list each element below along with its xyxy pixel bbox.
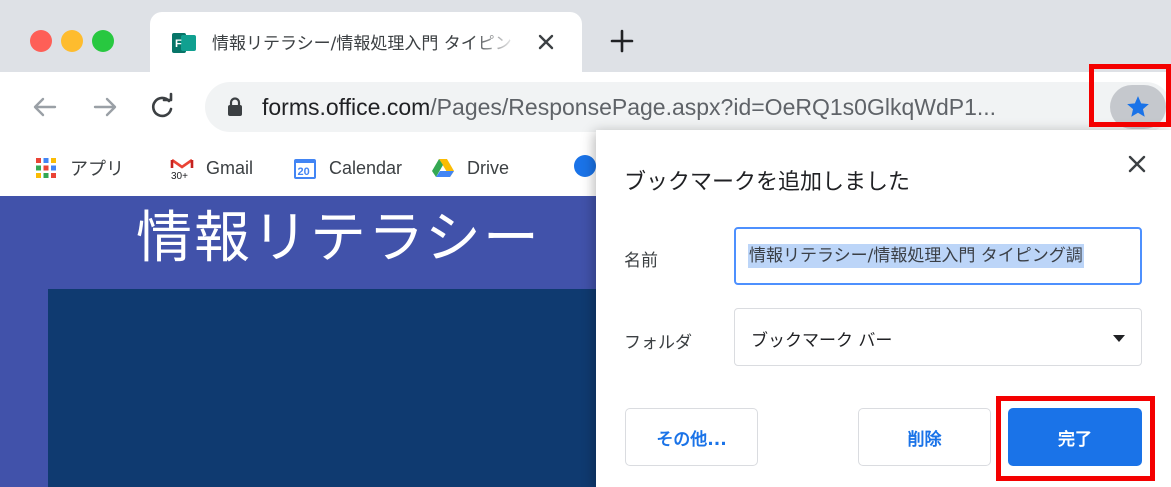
ms-forms-icon: F bbox=[172, 33, 196, 53]
bookmark-name-value: 情報リテラシー/情報処理入門 タイピング調 bbox=[748, 244, 1084, 268]
bookmark-label: Calendar bbox=[329, 157, 403, 178]
bookmark-name-input[interactable]: 情報リテラシー/情報処理入門 タイピング調 bbox=[734, 227, 1142, 285]
tab-title: 情報リテラシー/情報処理入門 タイピング bbox=[212, 34, 512, 54]
apps-grid-icon bbox=[36, 158, 56, 178]
svg-text:F: F bbox=[175, 38, 182, 50]
forward-arrow-icon[interactable] bbox=[88, 90, 122, 124]
minimize-window-button[interactable] bbox=[61, 30, 83, 52]
new-tab-icon[interactable] bbox=[607, 26, 637, 56]
name-label: 名前 bbox=[624, 251, 658, 271]
folder-select[interactable]: ブックマーク バー bbox=[734, 308, 1142, 366]
maximize-window-button[interactable] bbox=[92, 30, 114, 52]
back-arrow-icon[interactable] bbox=[28, 90, 62, 124]
lock-icon bbox=[228, 97, 242, 116]
tab-strip: F 情報リテラシー/情報処理入門 タイピング bbox=[0, 0, 1171, 72]
bookmark-calendar[interactable]: 20 Calendar bbox=[293, 154, 402, 182]
calendar-badge: 20 bbox=[298, 166, 310, 178]
bookmark-gmail[interactable]: 30+ Gmail bbox=[170, 154, 253, 182]
delete-button[interactable]: 削除 bbox=[858, 408, 991, 466]
folder-select-value: ブックマーク バー bbox=[751, 331, 893, 351]
tab-title-fade bbox=[470, 27, 518, 59]
gmail-icon: 30+ bbox=[170, 158, 194, 180]
highlight-done-annotation bbox=[996, 396, 1155, 481]
bookmark-label: Gmail bbox=[206, 157, 254, 178]
bookmark-label: アプリ bbox=[70, 159, 124, 179]
url-text[interactable]: forms.office.com/Pages/ResponsePage.aspx… bbox=[262, 82, 1092, 132]
reload-icon[interactable] bbox=[145, 90, 179, 124]
dialog-title: ブックマークを追加しました bbox=[624, 170, 911, 195]
calendar-icon: 20 bbox=[294, 159, 316, 179]
form-title: 情報リテラシー bbox=[136, 206, 541, 271]
close-icon[interactable] bbox=[1123, 150, 1151, 178]
highlight-star-annotation bbox=[1089, 64, 1171, 127]
bookmark-drive[interactable]: Drive bbox=[431, 154, 509, 182]
close-tab-icon[interactable] bbox=[532, 28, 560, 56]
gmail-badge: 30+ bbox=[171, 171, 188, 180]
address-bar[interactable]: forms.office.com/Pages/ResponsePage.aspx… bbox=[205, 82, 1171, 132]
bookmark-overflow-icon[interactable] bbox=[574, 155, 596, 177]
more-button[interactable]: その他... bbox=[625, 408, 758, 466]
folder-label: フォルダ bbox=[624, 333, 692, 353]
url-path: /Pages/ResponsePage.aspx?id=OeRQ1s0GlkqW… bbox=[430, 94, 997, 120]
url-host: forms.office.com bbox=[262, 94, 431, 120]
close-window-button[interactable] bbox=[30, 30, 52, 52]
drive-icon bbox=[432, 159, 454, 177]
bookmark-label: Drive bbox=[467, 157, 510, 178]
bookmark-apps[interactable]: アプリ bbox=[34, 154, 124, 182]
browser-tab[interactable]: F 情報リテラシー/情報処理入門 タイピング bbox=[150, 12, 582, 72]
chevron-down-icon bbox=[1113, 335, 1125, 342]
